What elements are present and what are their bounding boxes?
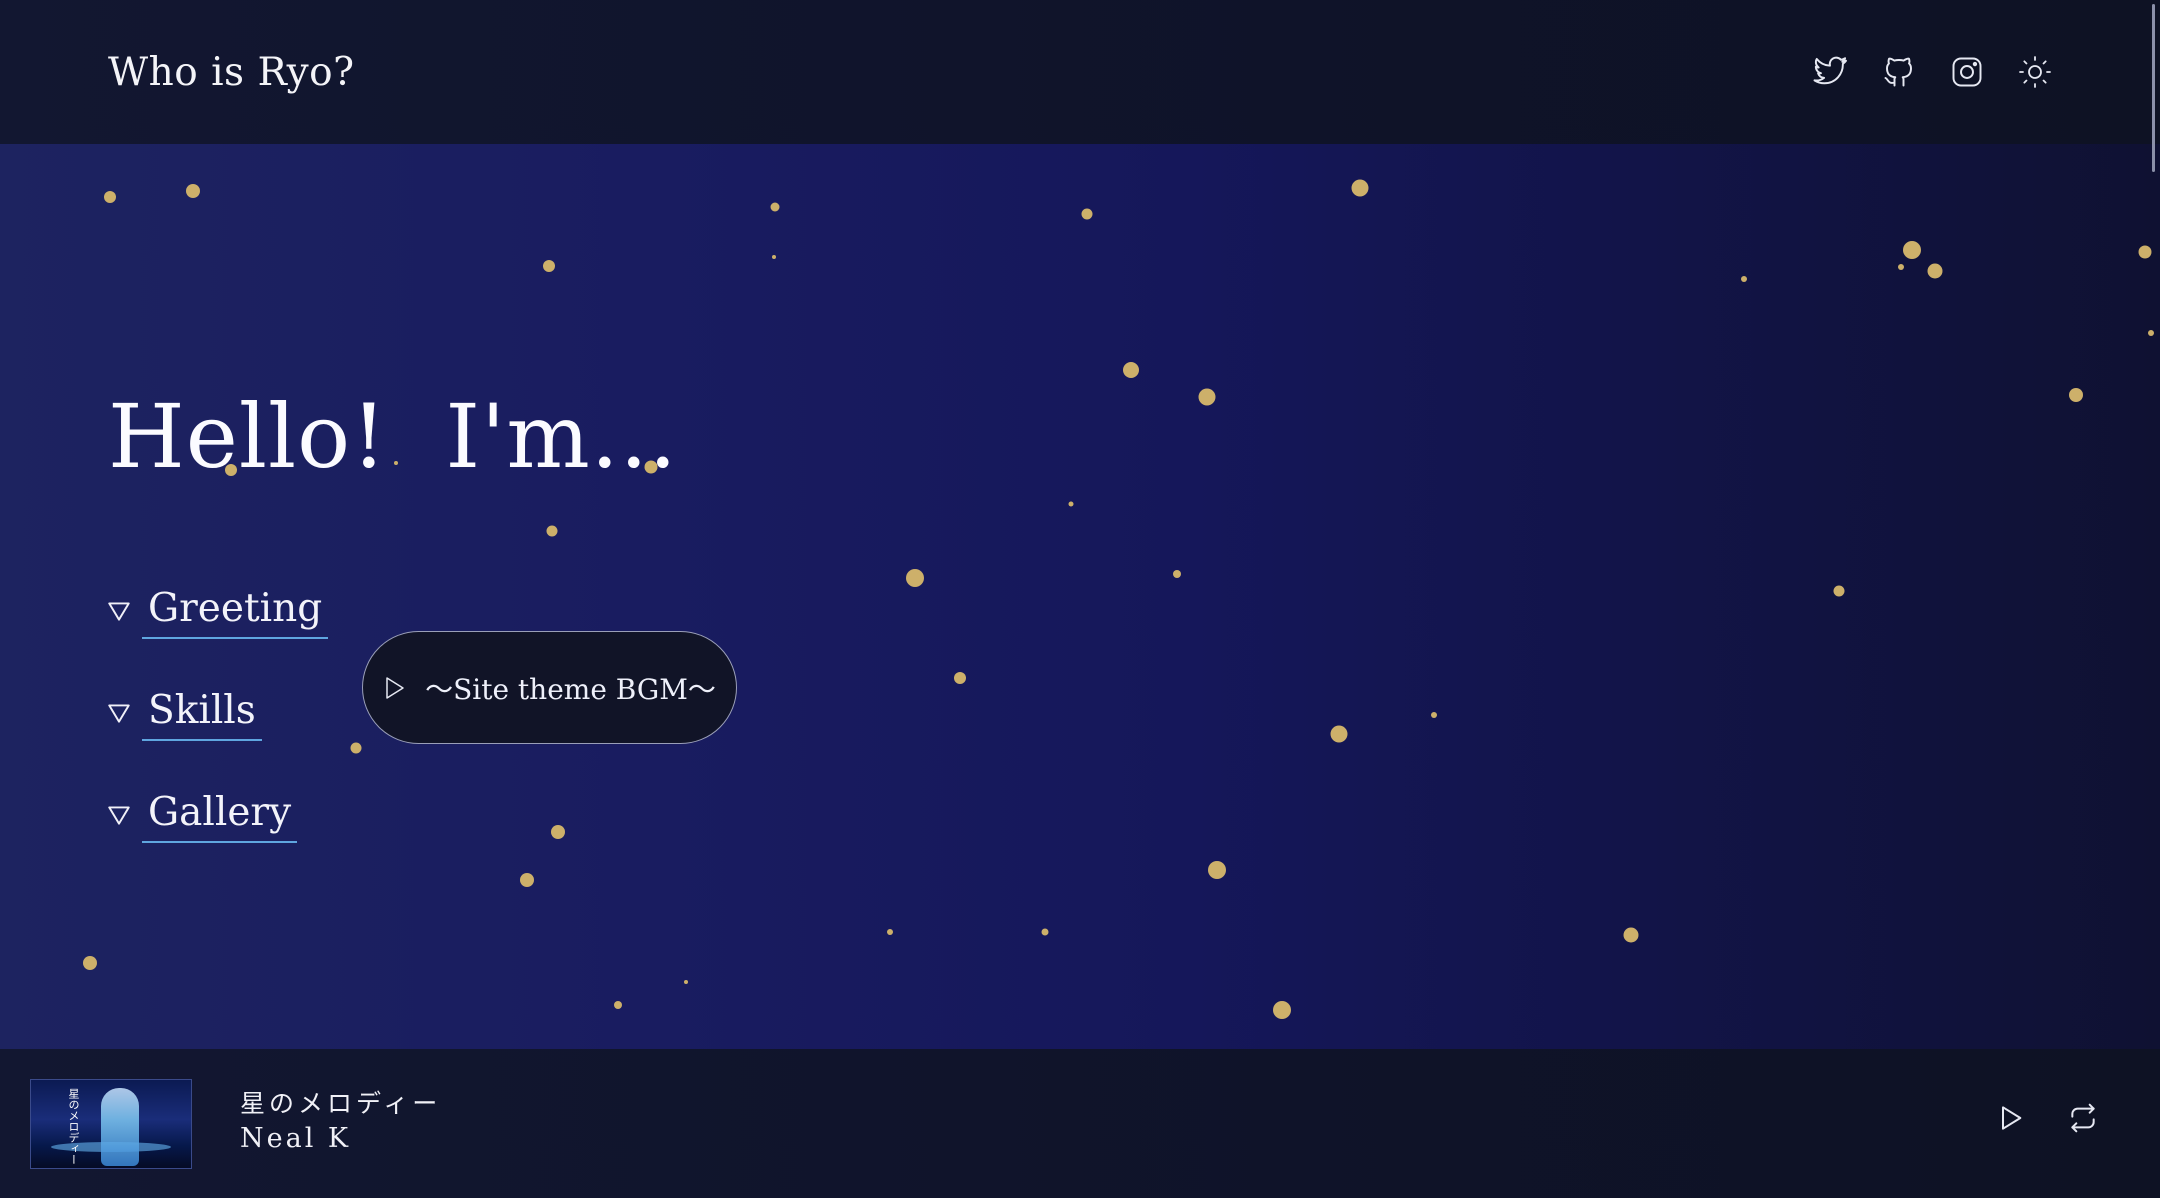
page-scrollbar[interactable] — [2152, 4, 2155, 172]
nav-item-greeting[interactable]: Greeting — [106, 560, 329, 662]
bgm-play-button[interactable]: 〜Site theme BGM〜 — [362, 631, 737, 744]
nav-label-skills: Skills — [142, 685, 262, 741]
triangle-down-icon — [108, 704, 130, 723]
sun-icon[interactable] — [2016, 50, 2054, 94]
twitter-icon[interactable] — [1812, 50, 1850, 94]
triangle-down-icon — [108, 602, 130, 621]
instagram-icon[interactable] — [1948, 50, 1986, 94]
nav-item-skills[interactable]: Skills — [106, 662, 328, 764]
github-icon[interactable] — [1880, 50, 1918, 94]
header-icon-group — [1812, 50, 2054, 94]
triangle-down-icon — [108, 806, 130, 825]
play-icon — [386, 676, 404, 699]
music-player-bar: 星のメロディー 星のメロディー Neal K — [0, 1049, 2160, 1198]
track-title: 星のメロディー — [240, 1089, 442, 1118]
repeat-icon[interactable] — [2064, 1099, 2102, 1137]
nav-label-gallery: Gallery — [142, 787, 298, 843]
section-nav: Greeting Skills Gallery — [106, 560, 329, 866]
site-title[interactable]: Who is Ryo? — [108, 50, 355, 95]
bgm-button-label: 〜Site theme BGM〜 — [425, 672, 716, 706]
play-icon[interactable] — [1992, 1099, 2030, 1137]
player-controls — [1992, 1099, 2102, 1137]
track-artist: Neal K — [240, 1123, 352, 1154]
site-header: Who is Ryo? — [0, 0, 2160, 144]
nav-label-greeting: Greeting — [142, 583, 329, 639]
nav-item-gallery[interactable]: Gallery — [106, 764, 328, 866]
hero-title: Hello! I'm... — [108, 385, 678, 488]
album-art[interactable]: 星のメロディー — [30, 1079, 192, 1169]
